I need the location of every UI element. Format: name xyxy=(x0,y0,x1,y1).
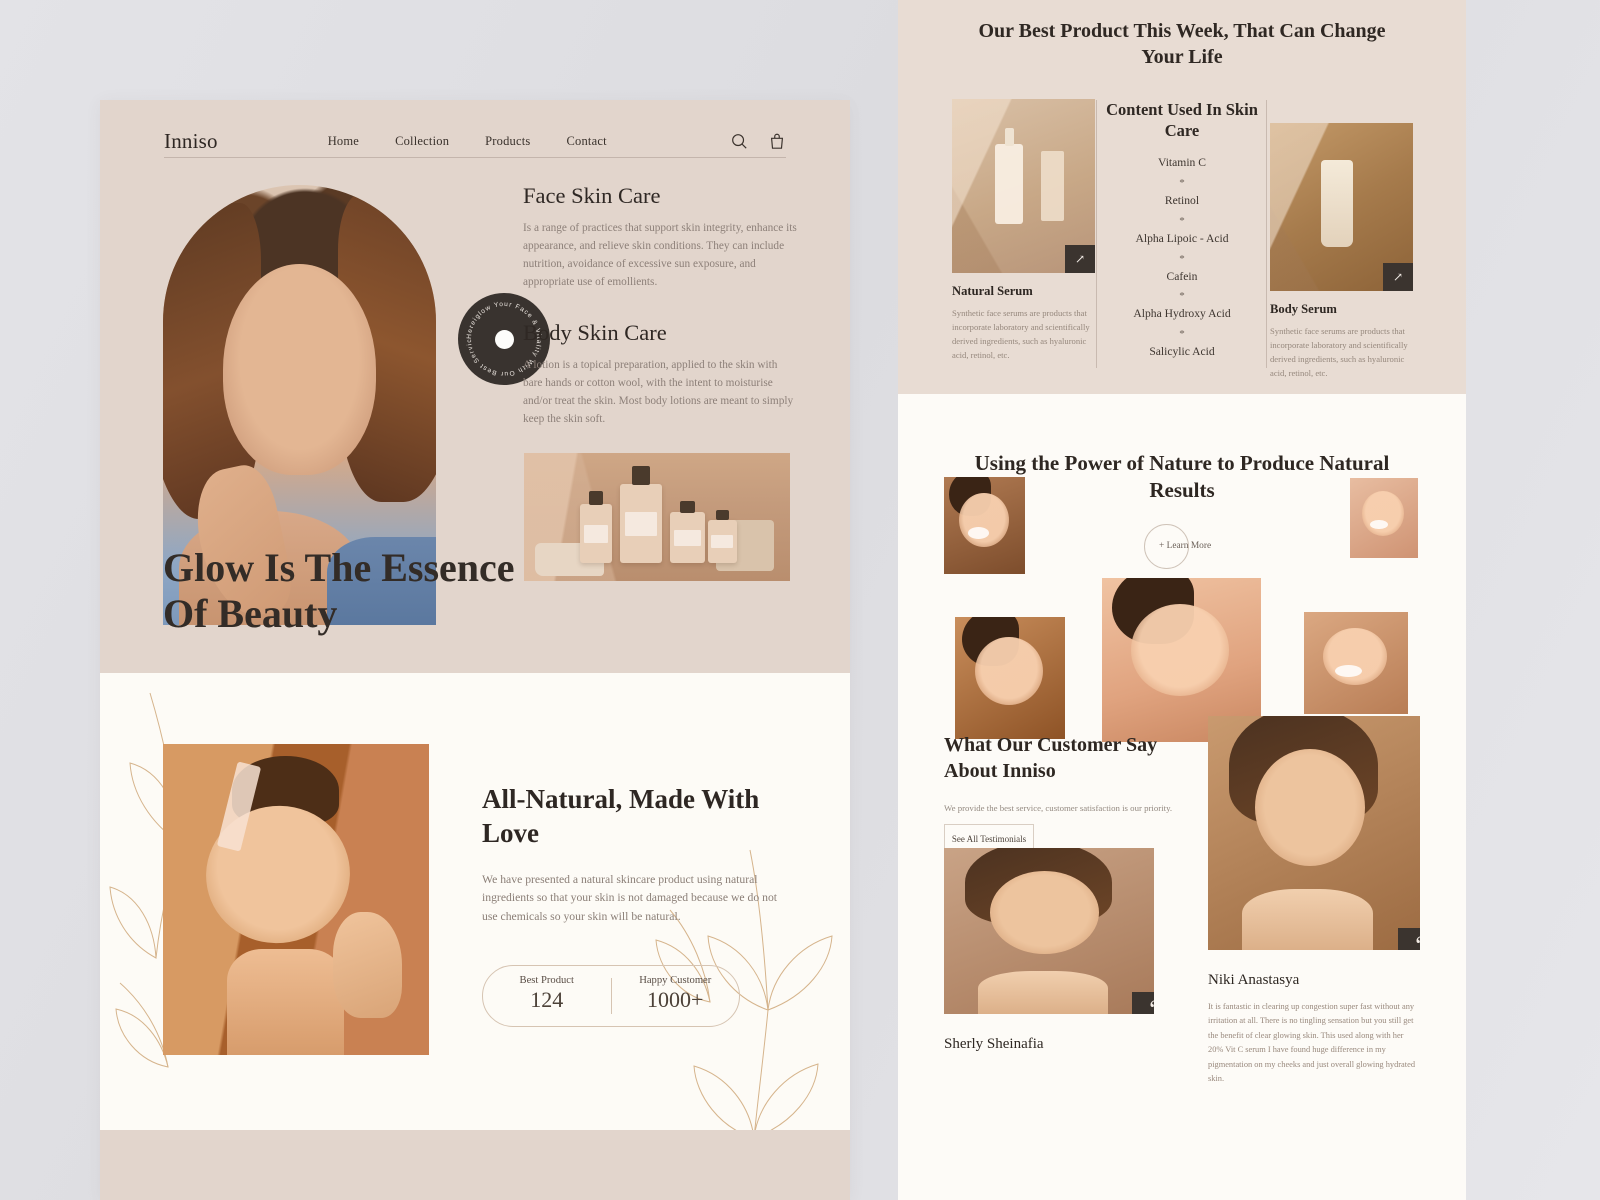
shopping-bag-icon[interactable] xyxy=(768,132,786,150)
hero-product-photo xyxy=(524,453,790,581)
nature-and-testimonials-section: Using the Power of Nature to Produce Nat… xyxy=(898,394,1466,1200)
ingredient-item: Salicylic Acid xyxy=(1149,345,1215,358)
nav-icon-group xyxy=(730,132,786,150)
ingredient-item: Alpha Hydroxy Acid xyxy=(1133,307,1231,321)
hero-title: Glow Is The Essence Of Beauty xyxy=(163,545,515,636)
stat-value: 124 xyxy=(530,987,564,1012)
testimonial-name: Sherly Sheinafia xyxy=(944,1036,1044,1052)
body-skin-care-body: A lotion is a topical preparation, appli… xyxy=(523,359,794,425)
site-navbar: Inniso Home Collection Products Contact xyxy=(164,116,786,166)
stat-label: Happy Customer xyxy=(639,975,712,986)
quote-icon: “ xyxy=(1398,928,1420,950)
best-product-title: Our Best Product This Week, That Can Cha… xyxy=(978,20,1386,68)
ingredient-separator: * xyxy=(1179,252,1185,265)
nav-item-products[interactable]: Products xyxy=(485,134,530,149)
nature-heading: Using the Power of Nature to Produce Nat… xyxy=(974,451,1390,503)
arrow-up-right-icon[interactable]: ↗ xyxy=(1065,245,1095,273)
stat-label: Best Product xyxy=(519,975,574,986)
testimonials-heading: What Our Customer Say About Inniso xyxy=(944,734,1158,782)
ingredient-item: Retinol xyxy=(1164,194,1200,207)
arrow-up-right-icon[interactable]: ↗ xyxy=(1383,263,1413,291)
stat-happy-customer: Happy Customer 1000+ xyxy=(612,966,740,1026)
testimonial-text: It is fantastic in clearing up congestio… xyxy=(1208,1002,1416,1084)
stats-card: Best Product 124 Happy Customer 1000+ xyxy=(482,965,740,1027)
face-skin-care-body: Is a range of practices that support ski… xyxy=(523,222,797,288)
ingredients-heading: Content Used In Skin Care xyxy=(1106,100,1258,140)
navbar-divider xyxy=(164,157,786,158)
brand-logo[interactable]: Inniso xyxy=(164,129,218,154)
body-skin-care-heading: Body Skin Care xyxy=(523,320,667,346)
testimonial-card-sherly: “ Sherly Sheinafia xyxy=(944,848,1154,1053)
left-page-footer-strip xyxy=(100,1130,850,1200)
product-card-natural-serum[interactable]: ↗ Natural Serum Synthetic face serums ar… xyxy=(952,99,1095,363)
hero-section: Inniso Home Collection Products Contact xyxy=(100,100,850,673)
ingredients-divider-right xyxy=(1266,100,1267,368)
testimonial-name: Niki Anastasya xyxy=(1208,972,1300,988)
testimonial-photo: “ xyxy=(944,848,1154,1014)
nature-gallery-image-3 xyxy=(955,617,1065,739)
all-natural-body: We have presented a natural skincare pro… xyxy=(482,872,778,924)
ingredient-item: Vitamin C xyxy=(1158,156,1206,170)
badge-center-dot xyxy=(494,329,514,349)
right-page-preview: Our Best Product This Week, That Can Cha… xyxy=(898,0,1466,1200)
testimonials-subtext: We provide the best service, customer sa… xyxy=(944,803,1173,813)
search-icon[interactable] xyxy=(730,132,748,150)
stat-best-product: Best Product 124 xyxy=(483,966,611,1026)
testimonial-card-niki: “ Niki Anastasya It is fantastic in clea… xyxy=(1208,716,1420,1087)
learn-more-button[interactable]: + Learn More xyxy=(1144,524,1211,569)
testimonial-photo: “ xyxy=(1208,716,1420,950)
ingredient-separator: * xyxy=(1179,177,1185,189)
product-thumbnail: ↗ xyxy=(1270,123,1413,291)
all-natural-copy: All-Natural, Made With Love We have pres… xyxy=(482,783,782,927)
nav-item-collection[interactable]: Collection xyxy=(395,134,449,149)
ingredients-list: Vitamin C * Retinol * Alpha Lipoic - Aci… xyxy=(1098,156,1266,359)
product-description: Synthetic face serums are products that … xyxy=(952,308,1090,360)
hero-copy: Face Skin Care Is a range of practices t… xyxy=(523,182,798,429)
ingredient-separator: * xyxy=(1179,328,1185,340)
all-natural-heading: All-Natural, Made With Love xyxy=(482,784,760,848)
product-name: Body Serum xyxy=(1270,302,1337,316)
learn-more-label: + Learn More xyxy=(1159,541,1212,551)
all-natural-section: All-Natural, Made With Love We have pres… xyxy=(100,673,850,1130)
ingredients-divider-left xyxy=(1096,100,1097,368)
nature-gallery-image-1 xyxy=(944,477,1025,574)
ingredients-list-block: Content Used In Skin Care Vitamin C * Re… xyxy=(1098,100,1266,359)
ingredient-item: Cafein xyxy=(1166,269,1198,283)
product-description: Synthetic face serums are products that … xyxy=(1270,326,1408,378)
quote-icon: “ xyxy=(1132,992,1154,1014)
nav-item-home[interactable]: Home xyxy=(328,134,359,149)
testimonials-header: What Our Customer Say About Inniso We pr… xyxy=(944,732,1174,816)
ingredient-separator: * xyxy=(1179,290,1185,303)
best-product-section: Our Best Product This Week, That Can Cha… xyxy=(898,0,1466,394)
page-canvas: Inniso Home Collection Products Contact xyxy=(0,0,1600,1200)
left-page-preview: Inniso Home Collection Products Contact xyxy=(100,100,850,1200)
nature-gallery-image-5 xyxy=(1304,612,1408,714)
all-natural-photo xyxy=(163,744,429,1055)
nav-item-contact[interactable]: Contact xyxy=(567,134,607,149)
nav-links: Home Collection Products Contact xyxy=(328,134,607,149)
face-skin-care-heading: Face Skin Care xyxy=(523,183,661,208)
product-thumbnail: ↗ xyxy=(952,99,1095,273)
ingredient-item: Alpha Lipoic - Acid xyxy=(1135,231,1229,245)
ingredient-separator: * xyxy=(1179,214,1185,227)
nature-gallery-image-2 xyxy=(1350,478,1418,558)
product-name: Natural Serum xyxy=(952,284,1033,298)
stat-value: 1000+ xyxy=(647,987,704,1012)
product-card-body-serum[interactable]: ↗ Body Serum Synthetic face serums are p… xyxy=(1270,123,1413,381)
